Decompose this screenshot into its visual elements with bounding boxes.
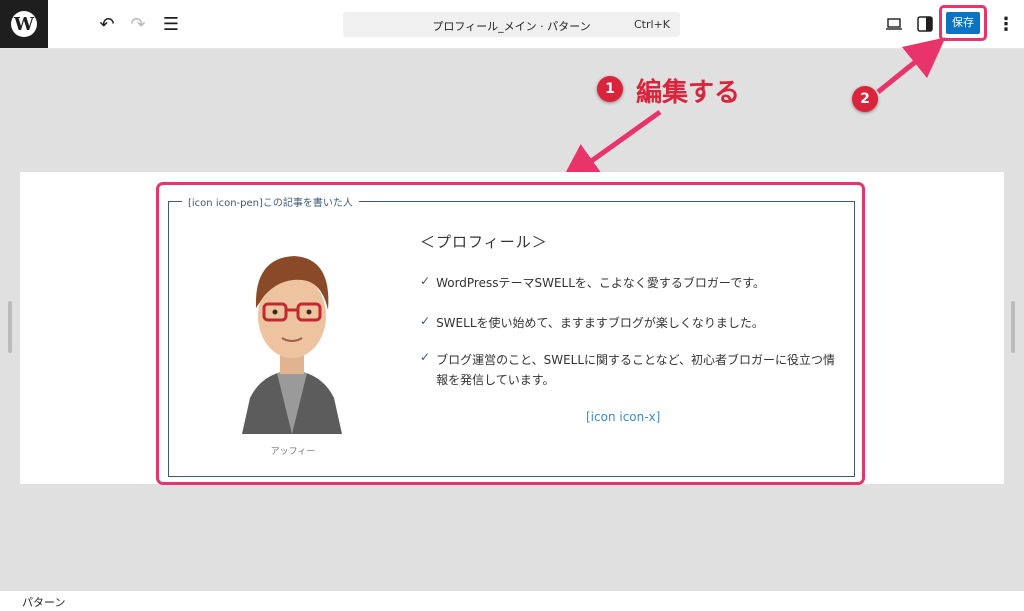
profile-item-text: WordPressテーマSWELLを、こよなく愛するブロガーです。 <box>436 276 766 290</box>
avatar-caption: アッフィー <box>270 447 316 457</box>
profile-title[interactable]: ＜プロフィール＞ <box>420 231 548 252</box>
resize-handle-right[interactable] <box>1011 301 1015 353</box>
profile-item[interactable]: ✓ WordPressテーマSWELLを、こよなく愛するブロガーです。 <box>420 274 765 291</box>
profile-item-text: ブログ運営のこと、SWELLに関することなど、初心者ブロガーに役立つ情報を発信し… <box>436 353 836 387</box>
arrow-step-2 <box>876 37 946 94</box>
social-icon-shortcode[interactable]: [icon icon-x] <box>586 410 660 424</box>
avatar[interactable] <box>232 238 352 434</box>
profile-item[interactable]: ✓ SWELLを使い始めて、ますますブログが楽しくなりました。 <box>420 314 764 331</box>
arrow-step-1 <box>559 109 662 184</box>
profile-item-text: SWELLを使い始めて、ますますブログが楽しくなりました。 <box>436 316 764 330</box>
breadcrumb[interactable]: パターン <box>22 594 65 610</box>
check-icon: ✓ <box>420 350 431 364</box>
check-icon: ✓ <box>420 274 431 288</box>
status-bar: パターン <box>0 590 1024 611</box>
check-icon: ✓ <box>420 314 431 328</box>
profile-item[interactable]: ✓ ブログ運営のこと、SWELLに関することなど、初心者ブロガーに役立つ情報を発信… <box>420 350 836 390</box>
resize-handle-left[interactable] <box>8 301 12 353</box>
